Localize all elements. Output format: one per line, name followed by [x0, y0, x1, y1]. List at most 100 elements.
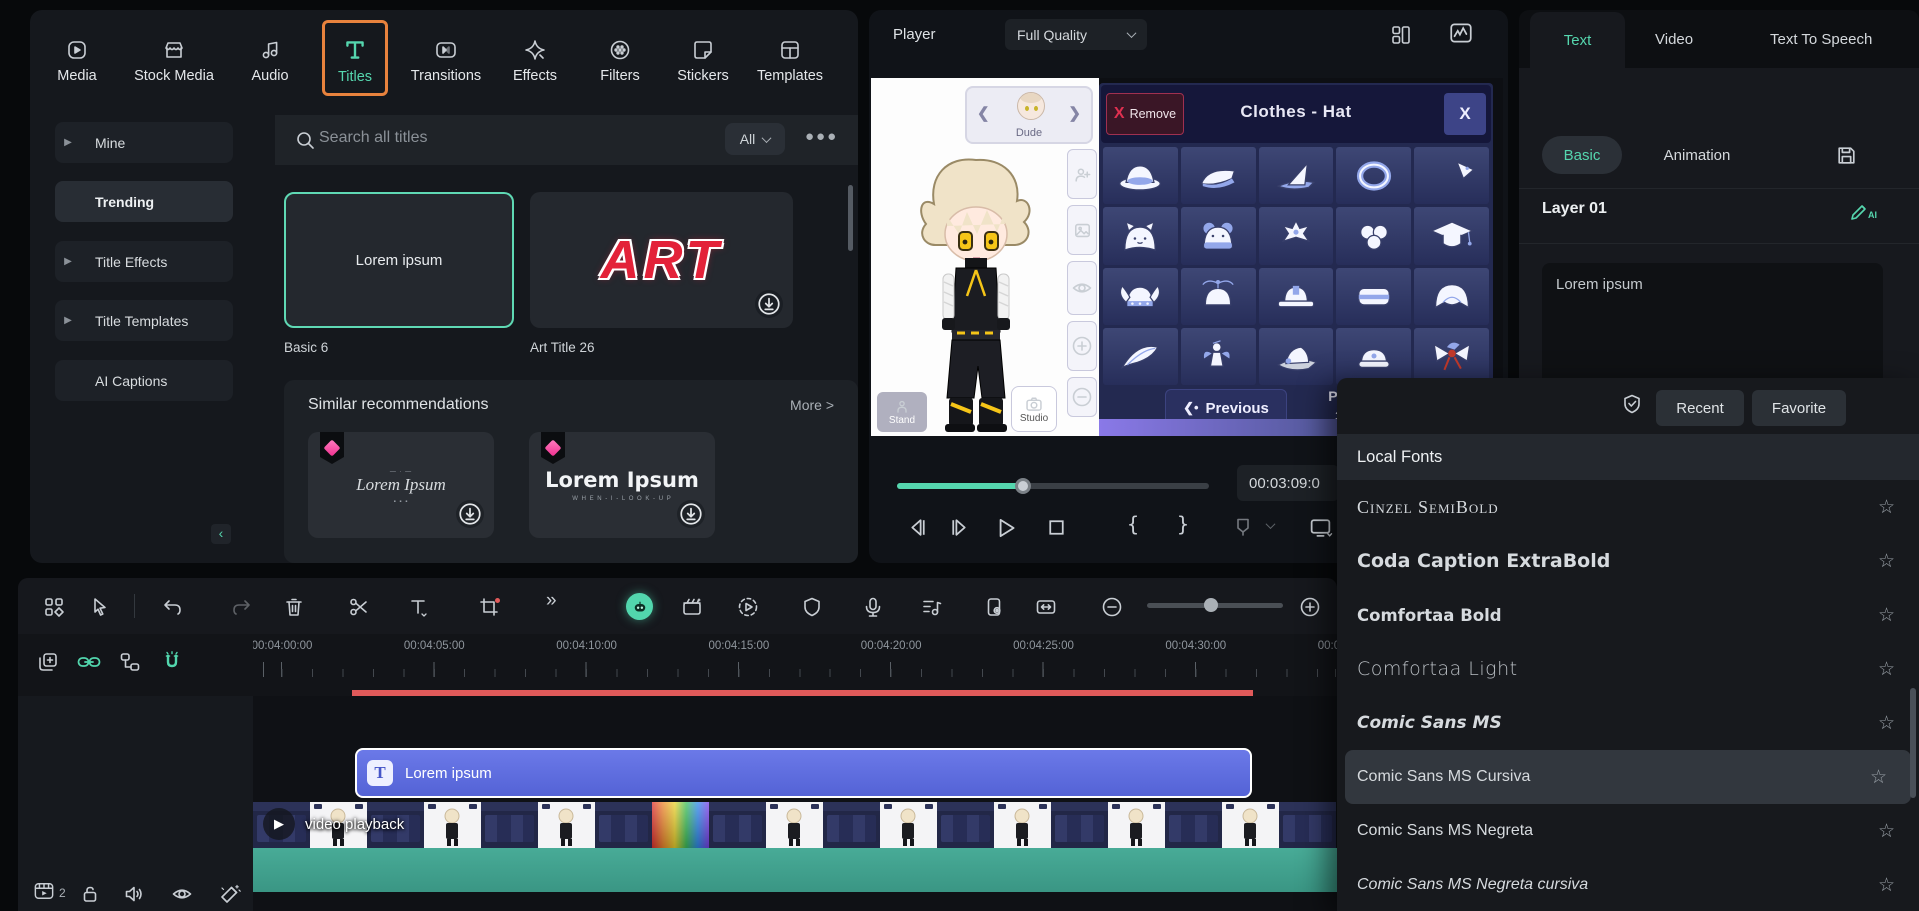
- sidebar-item-trending[interactable]: Trending: [55, 181, 233, 222]
- font-option-comfortaa-light[interactable]: Comfortaa Light ☆: [1337, 642, 1919, 696]
- fit-timeline-icon[interactable]: [1034, 595, 1058, 619]
- font-list-scrollbar[interactable]: [1910, 688, 1916, 798]
- title-card-basic6[interactable]: Lorem ipsum: [284, 192, 514, 328]
- hat-item[interactable]: [1180, 147, 1256, 205]
- sidebar-item-title-effects[interactable]: ▶ Title Effects: [55, 241, 233, 282]
- font-option-coda-caption-extrabold[interactable]: Coda Caption ExtraBold ☆: [1337, 534, 1919, 588]
- enhance-icon[interactable]: [218, 882, 242, 906]
- video-clip[interactable]: [253, 802, 1337, 848]
- sidebar-item-mine[interactable]: ▶ Mine: [55, 122, 233, 163]
- title-card-art26[interactable]: ART: [530, 192, 793, 328]
- sidebar-collapse-button[interactable]: ‹: [211, 524, 231, 544]
- font-option-comfortaa-bold[interactable]: Comfortaa Bold ☆: [1337, 588, 1919, 642]
- zoom-in-button[interactable]: [1067, 321, 1097, 371]
- favorite-fonts-button[interactable]: Favorite: [1752, 390, 1846, 426]
- favorite-star-icon[interactable]: ☆: [1878, 712, 1895, 735]
- hat-item[interactable]: [1103, 327, 1178, 385]
- mark-in-button[interactable]: {: [1127, 512, 1139, 536]
- select-tool-icon[interactable]: [88, 595, 112, 619]
- search-input[interactable]: Search all titles: [319, 129, 428, 147]
- hat-item[interactable]: [1258, 327, 1334, 385]
- tab-video[interactable]: Video: [1639, 10, 1709, 68]
- preview-render-icon[interactable]: [736, 595, 760, 619]
- ai-pencil-icon[interactable]: AI: [1849, 198, 1879, 224]
- screen-record-icon[interactable]: [982, 595, 1006, 619]
- add-clip-icon[interactable]: [36, 650, 60, 674]
- library-tab-stock-media[interactable]: Stock Media: [131, 22, 217, 100]
- timeline-ruler[interactable]: 00:04:00:00 00:04:05:00 00:04:10:00 00:04:1…: [253, 634, 1337, 696]
- download-icon[interactable]: [755, 290, 783, 318]
- font-option-comic-sans-ms-negreta[interactable]: Comic Sans MS Negreta ☆: [1337, 804, 1919, 858]
- zoom-out-button[interactable]: [1067, 377, 1097, 417]
- font-option-comic-sans-ms-negreta-cursiva[interactable]: Comic Sans MS Negreta cursiva ☆: [1337, 858, 1919, 911]
- previous-frame-button[interactable]: [905, 515, 930, 540]
- studio-button[interactable]: Studio: [1011, 386, 1057, 432]
- more-options-button[interactable]: ●●●: [805, 128, 838, 145]
- snap-magnet-icon[interactable]: [160, 650, 184, 674]
- visibility-button[interactable]: [1067, 261, 1097, 315]
- background-button[interactable]: [1067, 205, 1097, 255]
- library-tab-effects[interactable]: Effects: [492, 22, 578, 100]
- hat-item[interactable]: [1180, 267, 1256, 325]
- quality-dropdown[interactable]: Full Quality: [1005, 19, 1147, 50]
- hat-item[interactable]: [1258, 267, 1334, 325]
- media-browser-icon[interactable]: [42, 595, 66, 619]
- favorite-star-icon[interactable]: ☆: [1878, 820, 1895, 843]
- library-tab-transitions[interactable]: Transitions: [403, 22, 489, 100]
- hat-item[interactable]: [1414, 147, 1489, 205]
- titles-scrollbar[interactable]: [848, 185, 853, 251]
- tab-text-to-speech[interactable]: Text To Speech: [1754, 10, 1888, 68]
- audio-mixer-icon[interactable]: [920, 595, 944, 619]
- similar-more-link[interactable]: More >: [790, 397, 834, 413]
- hat-item[interactable]: [1258, 207, 1334, 265]
- tab-text[interactable]: Text: [1530, 12, 1625, 68]
- voiceover-icon[interactable]: [861, 595, 885, 619]
- shield-icon[interactable]: [800, 595, 824, 619]
- prev-character-icon[interactable]: ❮: [977, 104, 990, 122]
- progress-thumb[interactable]: [1015, 478, 1031, 494]
- text-clip[interactable]: T Lorem ipsum: [355, 748, 1252, 798]
- favorite-star-icon[interactable]: ☆: [1878, 550, 1895, 573]
- zoom-thumb[interactable]: [1204, 598, 1218, 612]
- ai-assistant-icon[interactable]: [626, 593, 653, 620]
- hat-item[interactable]: [1103, 267, 1178, 325]
- font-option-cinzel-semibold[interactable]: Cinzel SemiBold ☆: [1337, 480, 1919, 534]
- delete-icon[interactable]: [282, 595, 306, 619]
- hat-item[interactable]: [1103, 207, 1178, 265]
- text-content-input[interactable]: Lorem ipsum: [1542, 263, 1883, 385]
- stand-button[interactable]: Stand: [877, 392, 927, 432]
- next-frame-button[interactable]: [947, 515, 972, 540]
- hat-item[interactable]: [1103, 147, 1178, 205]
- favorite-star-icon[interactable]: ☆: [1878, 604, 1895, 627]
- hat-item[interactable]: [1180, 207, 1256, 265]
- redo-icon[interactable]: [229, 595, 253, 619]
- favorite-star-icon[interactable]: ☆: [1878, 874, 1895, 897]
- timeline-zoom-slider[interactable]: [1147, 598, 1283, 612]
- recent-fonts-button[interactable]: Recent: [1656, 390, 1744, 426]
- undo-icon[interactable]: [161, 595, 185, 619]
- hat-item[interactable]: [1180, 327, 1256, 385]
- hat-item[interactable]: [1414, 267, 1489, 325]
- close-clothes-panel-button[interactable]: X: [1444, 93, 1486, 135]
- group-clips-icon[interactable]: [118, 650, 142, 674]
- favorite-star-icon[interactable]: ☆: [1878, 658, 1895, 681]
- lock-icon[interactable]: [78, 882, 102, 906]
- hat-item[interactable]: [1336, 327, 1412, 385]
- favorite-star-icon[interactable]: ☆: [1878, 496, 1895, 519]
- visibility-icon[interactable]: [170, 882, 194, 906]
- play-button[interactable]: [993, 515, 1019, 541]
- font-option-comic-sans-ms[interactable]: Comic Sans MS ☆: [1337, 696, 1919, 750]
- hat-item[interactable]: [1336, 147, 1412, 205]
- download-icon[interactable]: [677, 500, 705, 528]
- library-tab-audio[interactable]: Audio: [227, 22, 313, 100]
- layout-grid-icon[interactable]: [1389, 23, 1413, 47]
- playback-progress-slider[interactable]: [897, 478, 1209, 494]
- timeline-zoom-out-icon[interactable]: [1100, 595, 1124, 619]
- library-tab-stickers[interactable]: Stickers: [660, 22, 746, 100]
- mark-out-button[interactable]: }: [1177, 512, 1189, 536]
- add-scene-icon[interactable]: [680, 595, 704, 619]
- hat-item[interactable]: [1336, 267, 1412, 325]
- similar-card[interactable]: — · — Lorem Ipsum ▪ ▪ ▪: [308, 432, 494, 538]
- add-character-button[interactable]: [1067, 149, 1097, 199]
- marker-button[interactable]: [1231, 515, 1255, 539]
